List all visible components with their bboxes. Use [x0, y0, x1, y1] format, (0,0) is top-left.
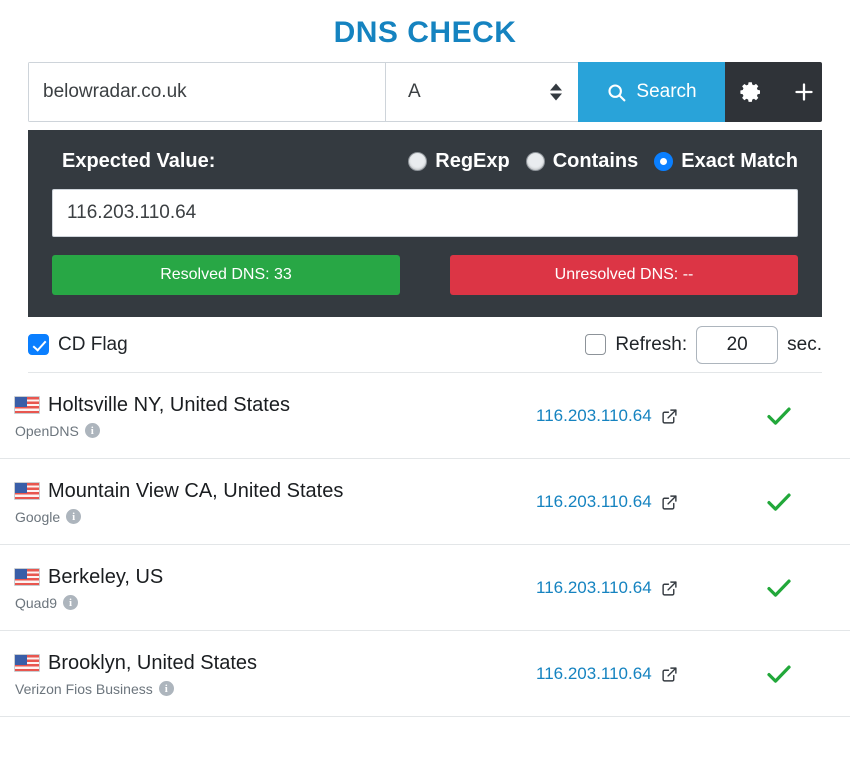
info-icon[interactable]: i	[84, 423, 100, 438]
check-icon	[767, 665, 791, 683]
settings-button[interactable]	[725, 62, 777, 122]
page-title: DNS CHECK	[333, 16, 517, 49]
expected-value-panel: Expected Value: RegExp Contains Exact Ma…	[28, 130, 822, 317]
result-provider: Google	[15, 508, 61, 525]
cd-flag-toggle[interactable]: CD Flag	[28, 334, 128, 356]
unresolved-dns-badge[interactable]: Unresolved DNS: --	[450, 255, 798, 295]
search-icon	[608, 83, 626, 101]
gear-icon	[740, 82, 760, 102]
result-value: 116.203.110.64	[536, 406, 736, 426]
seconds-unit-label: sec.	[787, 333, 822, 355]
expected-value-label: Expected Value:	[62, 150, 216, 172]
result-ip-link[interactable]: 116.203.110.64	[536, 492, 652, 512]
result-location: Holtsville NY, United States	[48, 393, 290, 416]
match-mode-contains[interactable]: Contains	[525, 150, 639, 173]
us-flag-icon	[14, 396, 40, 414]
result-info: Berkeley, US Quad9 i	[14, 566, 536, 611]
result-location-line: Mountain View CA, United States	[14, 480, 536, 503]
info-icon[interactable]: i	[158, 681, 174, 696]
record-type-value: A	[408, 81, 421, 102]
match-mode-group: RegExp Contains Exact Match	[408, 150, 798, 173]
plus-icon	[794, 83, 813, 101]
match-mode-exact-match[interactable]: Exact Match	[654, 150, 798, 173]
result-location: Berkeley, US	[48, 565, 164, 588]
record-type-select[interactable]: A	[385, 62, 578, 122]
result-value: 116.203.110.64	[536, 578, 736, 598]
result-info: Brooklyn, United States Verizon Fios Bus…	[14, 652, 536, 697]
result-location: Mountain View CA, United States	[48, 479, 344, 502]
result-status	[736, 401, 822, 431]
refresh-checkbox-icon[interactable]	[585, 334, 607, 355]
search-bar: A Search	[28, 62, 822, 122]
match-mode-contains-label: Contains	[552, 150, 639, 172]
dns-status-row: Resolved DNS: 33 Unresolved DNS: --	[52, 255, 798, 295]
info-icon[interactable]: i	[66, 509, 82, 524]
result-info: Mountain View CA, United States Google i	[14, 480, 536, 525]
external-link-icon[interactable]	[661, 580, 678, 597]
result-provider: OpenDNS	[15, 422, 79, 439]
check-icon	[767, 407, 791, 425]
result-ip-link[interactable]: 116.203.110.64	[536, 578, 652, 598]
select-stepper-icon	[550, 83, 562, 101]
us-flag-icon	[14, 482, 40, 500]
table-row: Brooklyn, United States Verizon Fios Bus…	[0, 631, 850, 717]
result-location-line: Brooklyn, United States	[14, 652, 536, 675]
result-value: 116.203.110.64	[536, 664, 736, 684]
add-server-button[interactable]	[777, 62, 822, 122]
check-icon	[767, 493, 791, 511]
result-value: 116.203.110.64	[536, 492, 736, 512]
table-row: Berkeley, US Quad9 i 116.203.110.64	[0, 545, 850, 631]
resolved-dns-badge[interactable]: Resolved DNS: 33	[52, 255, 400, 295]
result-provider-line: Quad9 i	[15, 595, 536, 611]
page-header: DNS CHECK	[0, 0, 850, 62]
match-mode-regexp[interactable]: RegExp	[408, 150, 510, 173]
radio-icon-exact-match	[654, 152, 674, 171]
result-location-line: Berkeley, US	[14, 566, 536, 589]
result-location: Brooklyn, United States	[48, 651, 257, 674]
info-icon[interactable]: i	[63, 595, 79, 610]
us-flag-icon	[14, 568, 40, 586]
domain-input[interactable]	[28, 62, 385, 122]
refresh-seconds-input[interactable]	[696, 325, 779, 364]
radio-icon-regexp	[408, 152, 428, 171]
external-link-icon[interactable]	[661, 408, 678, 425]
cd-flag-label: CD Flag	[58, 333, 128, 355]
dns-check-page: DNS CHECK A Search	[0, 0, 850, 764]
table-row: Holtsville NY, United States OpenDNS i 1…	[0, 373, 850, 459]
options-row: CD Flag Refresh: sec.	[28, 317, 822, 373]
result-ip-link[interactable]: 116.203.110.64	[536, 406, 652, 426]
result-ip-link[interactable]: 116.203.110.64	[536, 664, 652, 684]
cd-flag-checkbox-icon[interactable]	[28, 334, 49, 355]
match-mode-regexp-label: RegExp	[435, 150, 510, 172]
result-provider-line: Google i	[15, 509, 536, 525]
result-status	[736, 487, 822, 517]
result-location-line: Holtsville NY, United States	[14, 394, 536, 417]
result-status	[736, 659, 822, 689]
check-icon	[767, 579, 791, 597]
result-provider: Quad9	[15, 594, 58, 611]
result-info: Holtsville NY, United States OpenDNS i	[14, 394, 536, 439]
refresh-label: Refresh:	[615, 333, 688, 355]
us-flag-icon	[14, 654, 40, 672]
refresh-controls: Refresh: sec.	[585, 325, 822, 364]
result-provider-line: OpenDNS i	[15, 423, 536, 439]
match-mode-exact-match-label: Exact Match	[681, 150, 798, 172]
table-row: Mountain View CA, United States Google i…	[0, 459, 850, 545]
expected-value-input[interactable]	[52, 189, 798, 237]
radio-icon-contains	[525, 152, 545, 171]
result-provider: Verizon Fios Business	[15, 680, 153, 697]
external-link-icon[interactable]	[661, 494, 678, 511]
search-button[interactable]: Search	[578, 62, 725, 122]
search-button-label: Search	[636, 81, 697, 102]
result-provider-line: Verizon Fios Business i	[15, 681, 536, 697]
external-link-icon[interactable]	[661, 666, 678, 683]
expected-value-header: Expected Value: RegExp Contains Exact Ma…	[52, 150, 798, 173]
result-status	[736, 573, 822, 603]
results-list: Holtsville NY, United States OpenDNS i 1…	[0, 373, 850, 717]
